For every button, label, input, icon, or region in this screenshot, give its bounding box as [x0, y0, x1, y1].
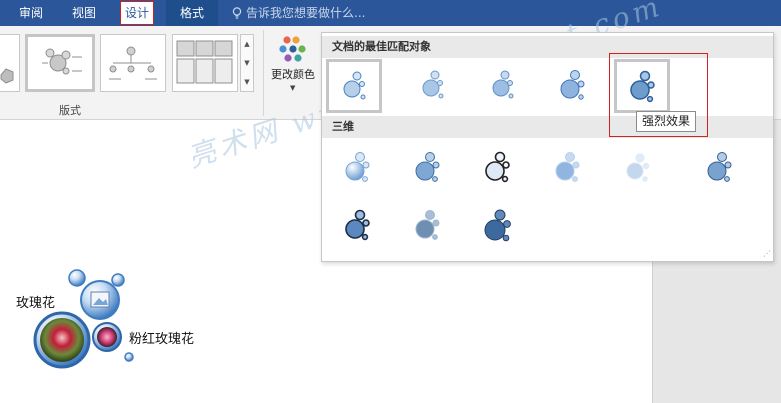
bubble-style-icon — [560, 70, 585, 100]
lightbulb-icon — [232, 7, 242, 19]
tab-design[interactable]: 设计 — [120, 1, 154, 25]
bubble-style-icon — [630, 70, 655, 103]
style-moderate-effect[interactable] — [544, 59, 600, 113]
resize-grip-icon[interactable]: ⋰ — [763, 249, 771, 258]
style-3d-metallic[interactable] — [400, 199, 456, 253]
style-3d-bird-scene[interactable] — [330, 199, 386, 253]
layout-thumb-hierarchy[interactable] — [100, 34, 166, 92]
ribbon-separator — [263, 30, 264, 116]
smartart-label-rose[interactable]: 玫瑰花 — [16, 292, 55, 311]
tell-me-search[interactable]: 告诉我您想要做什么... — [232, 0, 365, 26]
layout-thumb-bubble[interactable] — [25, 34, 95, 92]
hexagon-layout-icon — [0, 68, 14, 84]
more-layouts-icon[interactable]: ▼ — [241, 73, 253, 92]
style-3d-flat-scene[interactable] — [470, 199, 526, 253]
three-d-header: 三维 — [322, 116, 773, 138]
bubble-style-icon — [343, 71, 366, 100]
tab-view[interactable]: 视图 — [60, 0, 108, 26]
bubble-style-icon — [345, 152, 370, 182]
style-white-outline[interactable] — [404, 59, 460, 113]
smartart-label-pink-rose[interactable]: 粉红玫瑰花 — [129, 328, 194, 347]
layout-thumb-grid[interactable] — [172, 34, 238, 92]
chevron-down-icon: ▼ — [290, 84, 296, 92]
bubble-style-icon — [555, 152, 580, 182]
style-subtle-effect[interactable] — [474, 59, 530, 113]
layout-gallery-scrollbar[interactable]: ▲ ▼ ▼ — [240, 34, 254, 92]
scroll-down-icon[interactable]: ▼ — [241, 54, 253, 73]
tab-review[interactable]: 审阅 — [6, 0, 56, 26]
change-colors-label: 更改颜色 — [271, 68, 315, 81]
style-tooltip: 强烈效果 — [636, 111, 697, 132]
layout-group-label: 版式 — [59, 104, 81, 117]
style-3d-cartoon[interactable] — [470, 141, 526, 195]
style-3d-powder[interactable] — [540, 141, 596, 195]
best-match-header: 文档的最佳匹配对象 — [322, 36, 773, 58]
bubble-style-icon — [626, 153, 650, 182]
bubble-style-icon — [707, 152, 732, 182]
hierarchy-layout-icon — [109, 46, 157, 80]
grid-layout-icon — [176, 40, 233, 84]
style-3d-brick-scene[interactable] — [610, 141, 666, 195]
bubble-style-icon — [415, 210, 440, 240]
bubble-style-icon — [415, 152, 440, 182]
bubble-style-icon — [422, 70, 444, 99]
bubble-style-icon — [492, 70, 514, 99]
bubble-style-icon — [485, 151, 510, 183]
style-intense-effect[interactable] — [614, 59, 670, 113]
bubble-layout-icon — [42, 48, 82, 75]
tell-me-text: 告诉我您想要做什么... — [246, 6, 366, 20]
bubble-style-icon — [345, 209, 370, 241]
color-palette-icon — [279, 36, 306, 62]
scroll-up-icon[interactable]: ▲ — [241, 35, 253, 54]
smartart-style-gallery: 文档的最佳匹配对象 三维 ⋰ — [321, 32, 774, 262]
layout-thumb-partial[interactable] — [0, 34, 20, 92]
smartart-bubble-graphic[interactable]: 玫瑰花 粉红玫瑰花 — [0, 265, 260, 403]
style-3d-polished[interactable] — [330, 141, 386, 195]
bubble-style-icon — [484, 209, 511, 242]
style-3d-inset[interactable] — [400, 141, 456, 195]
tab-format[interactable]: 格式 — [166, 0, 218, 26]
style-simple-fill[interactable] — [326, 59, 382, 113]
style-3d-sunset-scene[interactable] — [692, 141, 748, 195]
